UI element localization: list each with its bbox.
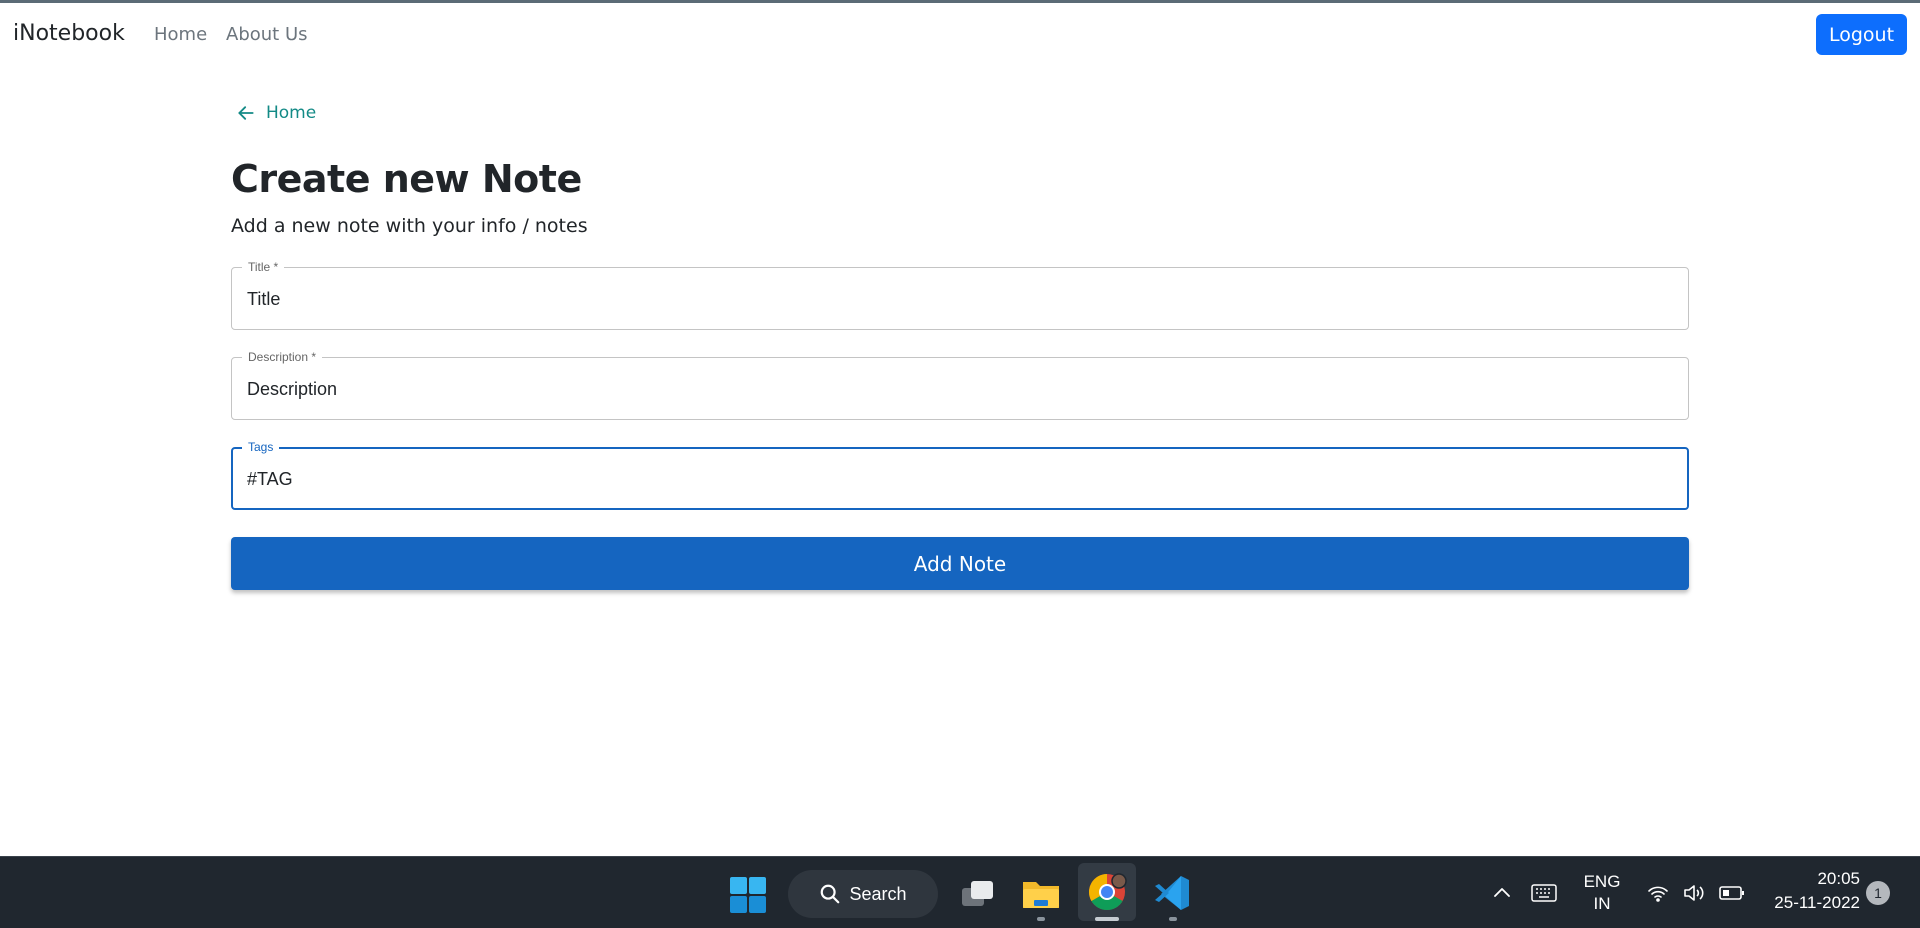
nav-link-about-us[interactable]: About Us [226, 24, 308, 45]
description-field-label: Description * [242, 349, 323, 365]
language-line2: IN [1593, 894, 1611, 913]
nav-link-home[interactable]: Home [154, 24, 207, 45]
volume-icon[interactable] [1682, 881, 1708, 905]
chrome-active-indicator [1095, 917, 1119, 921]
tags-input[interactable] [247, 466, 1667, 492]
title-field-label: Title * [242, 259, 285, 275]
language-line1: ENG [1583, 872, 1621, 891]
chrome-taskbar-button[interactable] [1078, 863, 1136, 921]
clock-date: 25-11-2022 [1774, 893, 1860, 912]
description-field: Description * [231, 349, 1689, 420]
system-clock[interactable]: 20:05 25-11-2022 [1762, 867, 1860, 915]
taskbar-search-label: Search [849, 883, 907, 904]
back-home-link[interactable]: Home [236, 100, 316, 126]
taskbar-search-button[interactable]: Search [788, 870, 938, 918]
keyboard-icon[interactable] [1530, 881, 1558, 905]
search-icon [821, 884, 840, 904]
logout-button[interactable]: Logout [1816, 14, 1907, 55]
navbar: iNotebook Home About Us Logout [0, 3, 1920, 66]
page-title: Create new Note [231, 157, 582, 201]
page-subtitle: Add a new note with your info / notes [231, 215, 588, 237]
wifi-icon[interactable] [1646, 881, 1670, 905]
windows-start-icon[interactable] [728, 875, 768, 915]
brand-logo[interactable]: iNotebook [13, 21, 125, 46]
explorer-running-indicator [1037, 917, 1045, 921]
chrome-icon [1088, 873, 1127, 911]
title-field: Title * [231, 259, 1689, 330]
vscode-running-indicator [1169, 917, 1177, 921]
tags-field-label: Tags [242, 439, 280, 455]
clock-time: 20:05 [1817, 869, 1860, 888]
battery-icon[interactable] [1718, 881, 1746, 905]
arrow-left-icon [238, 106, 254, 120]
description-input[interactable] [247, 376, 1667, 402]
language-indicator[interactable]: ENG IN [1578, 871, 1626, 915]
task-view-icon[interactable] [958, 874, 998, 914]
taskbar: Search ENG IN 20:05 25-11-2022 1 [0, 856, 1920, 928]
tags-field: Tags [231, 439, 1689, 510]
title-input[interactable] [247, 286, 1667, 312]
back-link-label: Home [266, 103, 317, 123]
add-note-button[interactable]: Add Note [231, 537, 1689, 590]
file-explorer-icon[interactable] [1020, 873, 1062, 915]
vscode-icon[interactable] [1152, 873, 1192, 913]
chevron-up-icon[interactable] [1490, 881, 1514, 905]
notification-badge[interactable]: 1 [1866, 881, 1890, 905]
